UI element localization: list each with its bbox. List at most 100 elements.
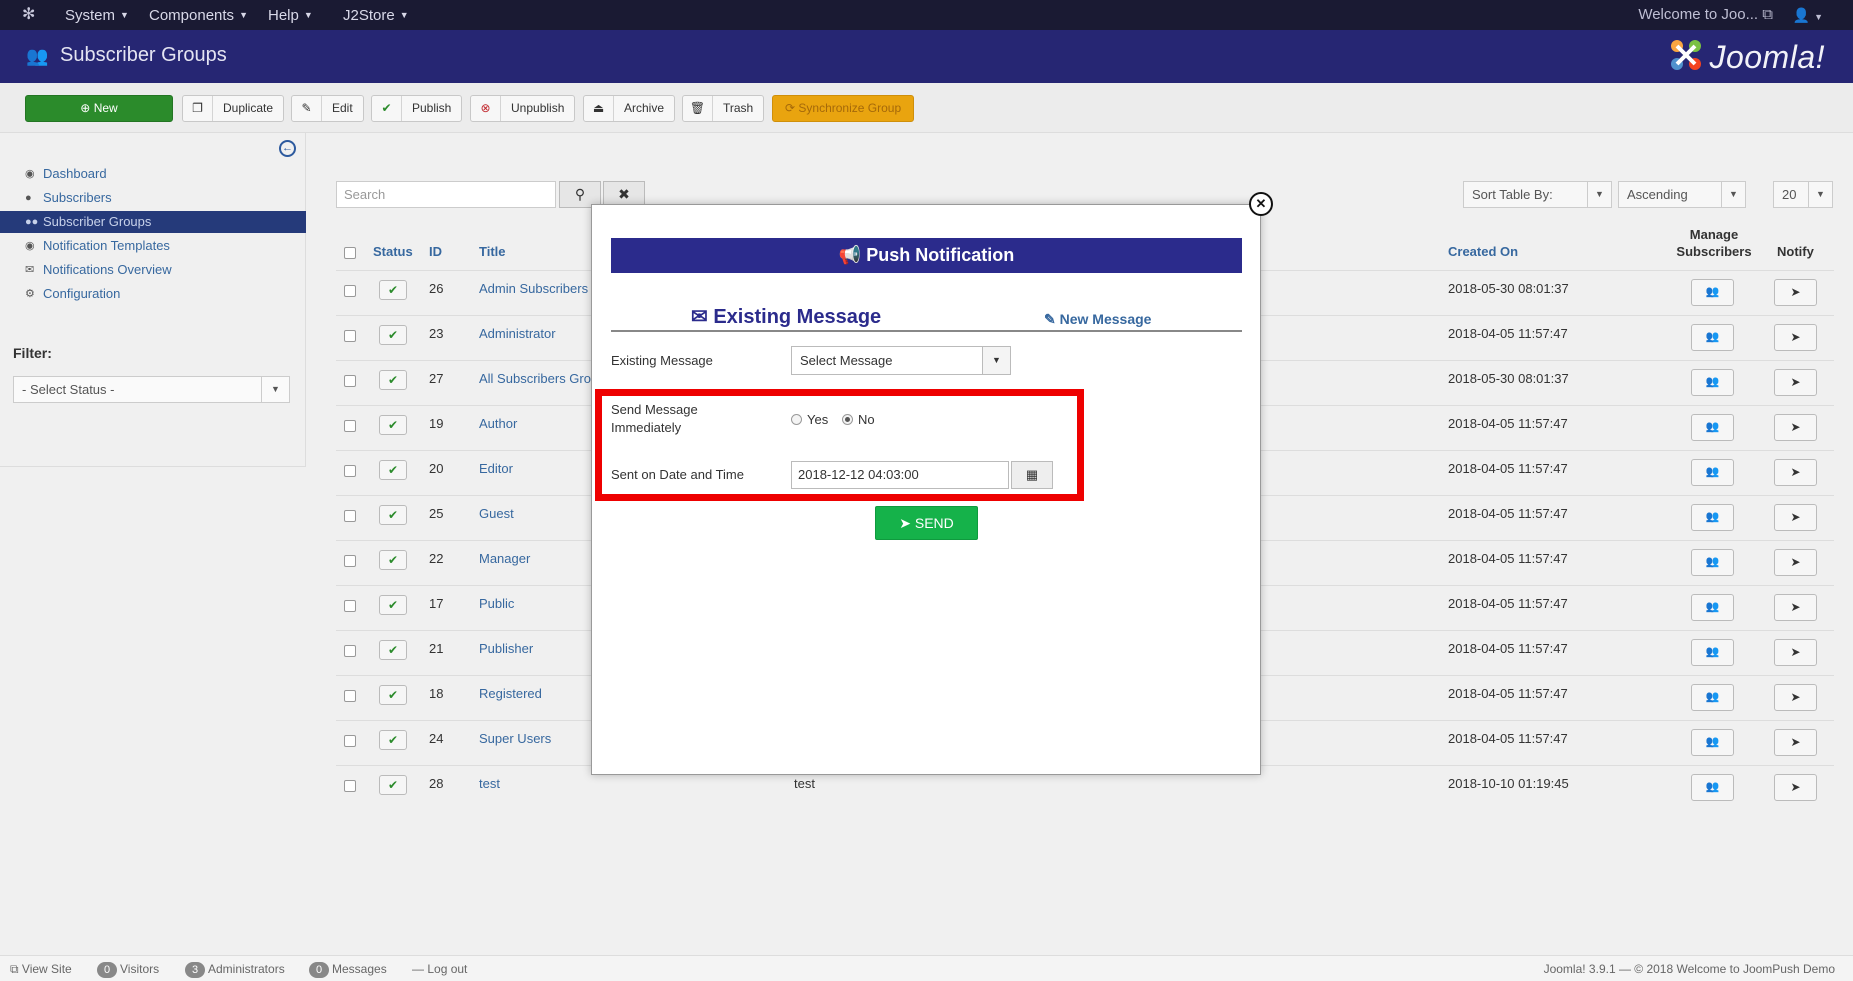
- send-button[interactable]: ➤ SEND: [875, 506, 978, 540]
- row-title-link[interactable]: Manager: [479, 551, 530, 566]
- row-title-link[interactable]: Admin Subscribers: [479, 281, 588, 296]
- menu-help[interactable]: Help ▼: [268, 0, 313, 30]
- status-toggle[interactable]: ✔: [379, 415, 407, 435]
- row-title-link[interactable]: Editor: [479, 461, 513, 476]
- manage-subscribers-button[interactable]: 👥: [1691, 774, 1734, 801]
- duplicate-button[interactable]: ❐ Duplicate: [182, 95, 285, 122]
- row-checkbox[interactable]: [344, 285, 356, 297]
- close-modal-button[interactable]: ✕: [1249, 192, 1273, 216]
- status-toggle[interactable]: ✔: [379, 640, 407, 660]
- row-checkbox[interactable]: [344, 420, 356, 432]
- select-all-checkbox[interactable]: [344, 247, 356, 259]
- row-title-link[interactable]: Author: [479, 416, 517, 431]
- row-checkbox[interactable]: [344, 600, 356, 612]
- notify-button[interactable]: ➤: [1774, 549, 1817, 576]
- notify-button[interactable]: ➤: [1774, 414, 1817, 441]
- row-title-link[interactable]: test: [479, 776, 500, 791]
- date-time-input[interactable]: 2018-12-12 04:03:00: [791, 461, 1009, 489]
- sidebar-item-notification-templates[interactable]: ◉ Notification Templates: [0, 235, 306, 257]
- status-toggle[interactable]: ✔: [379, 325, 407, 345]
- publish-button[interactable]: ✔ Publish: [371, 95, 463, 122]
- existing-message-select[interactable]: Select Message ▼: [791, 346, 1011, 375]
- status-toggle[interactable]: ✔: [379, 550, 407, 570]
- sidebar-item-notifications-overview[interactable]: ✉ Notifications Overview: [0, 259, 306, 281]
- notify-button[interactable]: ➤: [1774, 774, 1817, 801]
- status-toggle[interactable]: ✔: [379, 460, 407, 480]
- unpublish-button[interactable]: ⊗ Unpublish: [470, 95, 576, 122]
- header-status[interactable]: Status: [373, 244, 413, 259]
- notify-button[interactable]: ➤: [1774, 504, 1817, 531]
- manage-subscribers-button[interactable]: 👥: [1691, 594, 1734, 621]
- row-title-link[interactable]: Publisher: [479, 641, 533, 656]
- menu-system[interactable]: System ▼: [65, 0, 129, 30]
- welcome-link[interactable]: Welcome to Joo... ⧉: [1638, 0, 1773, 30]
- notify-button[interactable]: ➤: [1774, 684, 1817, 711]
- trash-button[interactable]: 🗑 Trash: [682, 95, 765, 122]
- edit-button[interactable]: ✎ Edit: [291, 95, 364, 122]
- radio-yes[interactable]: Yes: [791, 412, 828, 427]
- header-id[interactable]: ID: [429, 244, 442, 259]
- order-select[interactable]: Ascending ▼: [1618, 181, 1746, 208]
- notify-button[interactable]: ➤: [1774, 639, 1817, 666]
- manage-subscribers-button[interactable]: 👥: [1691, 729, 1734, 756]
- status-toggle[interactable]: ✔: [379, 685, 407, 705]
- status-toggle[interactable]: ✔: [379, 775, 407, 795]
- logout-link[interactable]: — Log out: [412, 956, 467, 981]
- row-title-link[interactable]: Administrator: [479, 326, 556, 341]
- manage-subscribers-button[interactable]: 👥: [1691, 684, 1734, 711]
- collapse-sidebar-icon[interactable]: ←: [279, 140, 296, 157]
- user-menu[interactable]: 👤 ▼: [1793, 0, 1823, 32]
- manage-subscribers-button[interactable]: 👥: [1691, 414, 1734, 441]
- menu-j2store[interactable]: J2Store ▼: [343, 0, 409, 30]
- search-input[interactable]: Search: [336, 181, 556, 208]
- row-checkbox[interactable]: [344, 555, 356, 567]
- view-site-link[interactable]: ⧉ View Site: [10, 956, 72, 981]
- status-filter-select[interactable]: - Select Status - ▼: [13, 376, 290, 403]
- header-created-on[interactable]: Created On: [1448, 244, 1518, 259]
- row-checkbox[interactable]: [344, 330, 356, 342]
- status-toggle[interactable]: ✔: [379, 280, 407, 300]
- row-checkbox[interactable]: [344, 465, 356, 477]
- tab-new-message[interactable]: ✎ New Message: [1044, 311, 1151, 328]
- status-toggle[interactable]: ✔: [379, 595, 407, 615]
- limit-select[interactable]: 20 ▼: [1773, 181, 1833, 208]
- row-checkbox[interactable]: [344, 645, 356, 657]
- row-checkbox[interactable]: [344, 735, 356, 747]
- sidebar-item-configuration[interactable]: ⚙ Configuration: [0, 283, 306, 305]
- header-title[interactable]: Title: [479, 244, 506, 259]
- row-title-link[interactable]: Super Users: [479, 731, 551, 746]
- manage-subscribers-button[interactable]: 👥: [1691, 369, 1734, 396]
- status-toggle[interactable]: ✔: [379, 730, 407, 750]
- manage-subscribers-button[interactable]: 👥: [1691, 459, 1734, 486]
- status-toggle[interactable]: ✔: [379, 505, 407, 525]
- joomla-logo-icon[interactable]: ✻: [22, 6, 42, 24]
- new-button[interactable]: ⊕ New: [25, 95, 173, 122]
- row-checkbox[interactable]: [344, 510, 356, 522]
- row-title-link[interactable]: All Subscribers Gro: [479, 371, 591, 386]
- manage-subscribers-button[interactable]: 👥: [1691, 549, 1734, 576]
- manage-subscribers-button[interactable]: 👥: [1691, 639, 1734, 666]
- notify-button[interactable]: ➤: [1774, 324, 1817, 351]
- status-toggle[interactable]: ✔: [379, 370, 407, 390]
- manage-subscribers-button[interactable]: 👥: [1691, 279, 1734, 306]
- manage-subscribers-button[interactable]: 👥: [1691, 324, 1734, 351]
- notify-button[interactable]: ➤: [1774, 369, 1817, 396]
- notify-button[interactable]: ➤: [1774, 279, 1817, 306]
- calendar-button[interactable]: ▦: [1011, 461, 1053, 489]
- row-title-link[interactable]: Guest: [479, 506, 514, 521]
- row-checkbox[interactable]: [344, 690, 356, 702]
- notify-button[interactable]: ➤: [1774, 729, 1817, 756]
- notify-button[interactable]: ➤: [1774, 594, 1817, 621]
- archive-button[interactable]: ⏏ Archive: [583, 95, 676, 122]
- row-checkbox[interactable]: [344, 780, 356, 792]
- sidebar-item-subscriber-groups[interactable]: ●● Subscriber Groups: [0, 211, 306, 233]
- sidebar-item-subscribers[interactable]: ● Subscribers: [0, 187, 306, 209]
- sort-table-select[interactable]: Sort Table By: ▼: [1463, 181, 1612, 208]
- radio-no[interactable]: No: [842, 412, 875, 427]
- messages-link[interactable]: 0 Messages: [309, 956, 387, 981]
- sidebar-item-dashboard[interactable]: ◉ Dashboard: [0, 163, 306, 185]
- tab-existing-message[interactable]: ✉ Existing Message: [691, 304, 881, 329]
- row-title-link[interactable]: Registered: [479, 686, 542, 701]
- visitors-link[interactable]: 0 Visitors: [97, 956, 159, 981]
- synchronize-group-button[interactable]: ⟳ Synchronize Group: [772, 95, 915, 122]
